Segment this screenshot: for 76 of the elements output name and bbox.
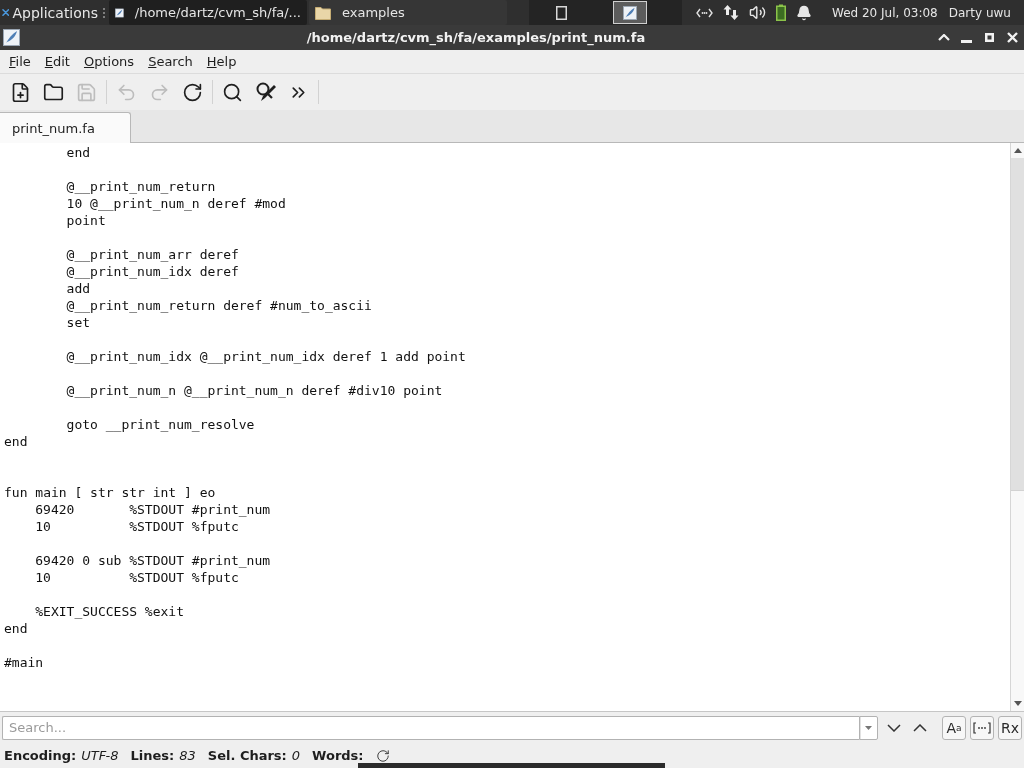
status-value: UTF-8 [81, 748, 119, 763]
menu-item[interactable]: Search [141, 50, 200, 73]
whole-word-toggle[interactable] [970, 715, 994, 740]
minimize-icon [961, 40, 972, 43]
new-file-icon [10, 81, 31, 103]
code-line: 10 %STDOUT %fputc [35, 519, 239, 534]
volume-icon[interactable] [749, 4, 766, 21]
code-line: 10 @__print_num_n deref #mod [66, 196, 286, 211]
file-tab[interactable]: print_num.fa [0, 112, 131, 143]
search-field[interactable]: Search... [2, 715, 859, 740]
refresh-icon [375, 748, 390, 763]
code-line: 10 %STDOUT %fputc [35, 570, 239, 585]
battery-icon [776, 4, 786, 21]
code-line: point [66, 213, 106, 228]
code-line: @__print_num_idx deref [66, 264, 239, 279]
code-line: fun main [ str str int ] eo [4, 485, 216, 500]
status-label: Lines: [130, 748, 175, 763]
caret-up-icon [937, 34, 950, 41]
code-line: 69420 %STDOUT #print_num [35, 502, 271, 517]
window-thumbnail-icon [555, 5, 567, 20]
grip-icon [102, 6, 106, 19]
search-icon [222, 81, 243, 103]
task-button[interactable]: examples [309, 0, 507, 25]
code-line: end [66, 145, 91, 160]
menu-item[interactable]: Edit [37, 50, 77, 73]
task-button[interactable]: /home/dartz/cvm_sh/fa/... [109, 0, 307, 25]
code-line: @__print_num_idx @__print_num_idx deref 1 add point [66, 349, 466, 364]
scroll-up-icon[interactable] [1013, 148, 1022, 153]
code-line: end [4, 621, 28, 636]
status-value: 0 [291, 748, 301, 763]
scroll-thumb[interactable] [1011, 158, 1024, 491]
open-folder-icon [43, 81, 64, 103]
code-line: @__print_num_n @__print_num_n deref #div10 point [66, 383, 443, 398]
menu-item[interactable]: Options [76, 50, 142, 73]
find-replace-icon [254, 81, 277, 103]
chevron-up-icon [913, 723, 927, 732]
applications-menu-button[interactable]: Applications [0, 0, 100, 25]
code-line: @__print_num_return [66, 179, 216, 194]
status-label: Encoding: [4, 748, 77, 763]
refresh-button[interactable] [374, 747, 391, 764]
history-dropdown-button[interactable] [859, 715, 878, 740]
code-line: @__print_num_arr deref [66, 247, 239, 262]
code-line: 69420 0 sub %STDOUT #print_num [35, 553, 271, 568]
close-icon [1007, 32, 1018, 43]
menu-item[interactable]: Help [199, 50, 244, 73]
code-line: end [4, 434, 28, 449]
save-icon [76, 81, 97, 103]
chevron-down-icon [887, 723, 901, 732]
network-icon [696, 7, 713, 18]
user-name: Darty uwu [948, 5, 1011, 20]
transfer-arrows-icon [723, 4, 739, 21]
code-line: @__print_num_return deref #num_to_ascii [66, 298, 372, 313]
scroll-down-icon[interactable] [1013, 701, 1022, 706]
caret-icon [865, 725, 872, 730]
reload-icon [182, 81, 203, 103]
notification-bell-icon[interactable] [796, 4, 812, 21]
code-line: add [66, 281, 91, 296]
folder-icon [315, 5, 331, 20]
status-label: Sel. Chars: [207, 748, 287, 763]
code-line: #main [4, 655, 44, 670]
quill-icon [3, 29, 20, 46]
code-line: %EXIT_SUCCESS %exit [35, 604, 184, 619]
status-value: 83 [179, 748, 196, 763]
clock: Wed 20 Jul, 03:08 [832, 5, 938, 20]
status-label: Words: [312, 748, 364, 763]
code-line: goto __print_num_resolve [66, 417, 255, 432]
quill-icon [623, 5, 637, 20]
scrollbar[interactable] [1010, 143, 1024, 711]
whole-word-icon [973, 721, 991, 734]
maximize-icon [985, 33, 994, 42]
window-title: /home/dartz/cvm_sh/fa/examples/print_num.fa [306, 30, 646, 45]
menu-item[interactable]: File [2, 50, 38, 73]
match-case-toggle[interactable]: A$^{a}$ [942, 715, 966, 740]
code-line: set [66, 315, 91, 330]
workspace[interactable] [613, 1, 647, 24]
regex-toggle[interactable]: Rx [998, 715, 1022, 740]
